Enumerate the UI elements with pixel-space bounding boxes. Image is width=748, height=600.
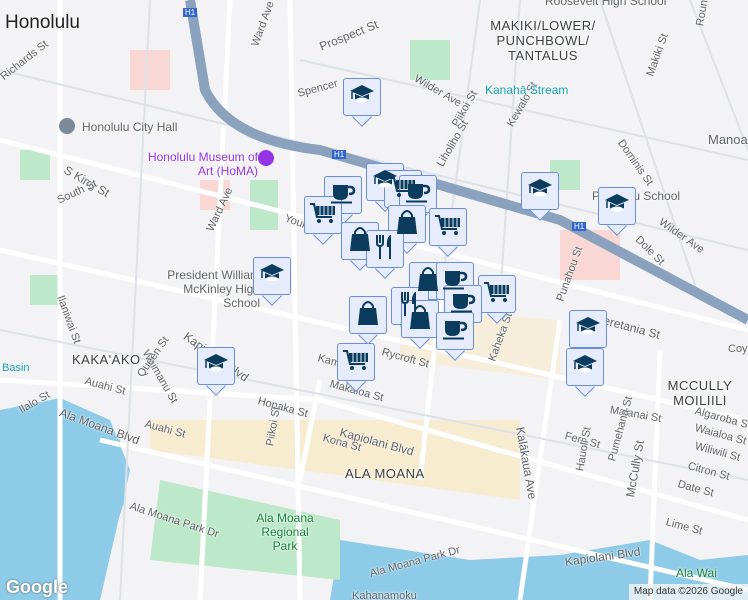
highway-shield: H1	[332, 150, 347, 159]
marker-box	[478, 275, 516, 313]
city-label: Honolulu	[5, 12, 80, 33]
cart-marker[interactable]	[478, 275, 516, 324]
highway-shield: H1	[183, 8, 198, 17]
marker-box	[429, 208, 467, 246]
coffee-icon	[405, 181, 431, 208]
fork-icon	[373, 234, 397, 265]
marker-box	[343, 78, 381, 116]
map-attribution[interactable]: Map data ©2026 Google	[628, 584, 748, 600]
museum-label[interactable]: Honolulu Museum of Art (HoMA)	[138, 150, 258, 178]
cart-icon	[309, 202, 337, 229]
cart-marker[interactable]	[337, 343, 375, 392]
poi-label[interactable]: Roosevelt High School	[545, 0, 666, 8]
marker-box	[569, 310, 607, 348]
school-marker[interactable]	[343, 78, 381, 127]
school-icon	[203, 353, 229, 380]
map[interactable]: Honolulu Richards St Honolulu City Hall …	[0, 0, 748, 600]
poi-label[interactable]: President William McKinley High School	[150, 268, 260, 310]
coffee-marker[interactable]	[436, 312, 474, 361]
area-label: ALA MOANA	[345, 466, 425, 481]
marker-box	[366, 230, 404, 268]
street-label: Kahanamoku	[352, 590, 417, 600]
marker-box	[349, 296, 387, 334]
bag-icon	[357, 300, 379, 331]
fork-marker[interactable]	[366, 230, 404, 279]
museum-icon[interactable]	[258, 150, 274, 166]
school-marker[interactable]	[197, 347, 235, 396]
highway-shield: H1	[572, 222, 587, 231]
google-logo: Google	[6, 577, 68, 597]
coffee-icon	[442, 318, 468, 345]
cart-icon	[434, 214, 462, 241]
school-icon	[259, 263, 285, 290]
school-marker[interactable]	[566, 348, 604, 397]
marker-box	[566, 348, 604, 386]
area-label: MAKIKI/LOWER/ PUNCHBOWL/ TANTALUS	[490, 18, 596, 63]
school-icon	[604, 193, 630, 220]
marker-box	[304, 196, 342, 234]
area-label: Manoa	[708, 132, 748, 147]
bag-icon	[409, 304, 431, 335]
cart-marker[interactable]	[429, 208, 467, 257]
school-icon	[349, 84, 375, 111]
city-hall-icon[interactable]	[59, 118, 75, 134]
park-label[interactable]: Ala Wai	[676, 566, 717, 580]
marker-box	[598, 187, 636, 225]
cart-icon	[342, 349, 370, 376]
cart-icon	[483, 281, 511, 308]
bag-marker[interactable]	[349, 296, 387, 345]
school-marker[interactable]	[598, 187, 636, 236]
marker-box	[197, 347, 235, 385]
marker-box	[436, 312, 474, 350]
water-label: Basin	[2, 362, 30, 374]
school-icon	[572, 354, 598, 381]
school-icon	[527, 178, 553, 205]
park-label[interactable]: Ala Moana Regional Park	[250, 511, 320, 553]
school-marker[interactable]	[521, 172, 559, 221]
cart-marker[interactable]	[304, 196, 342, 245]
school-marker[interactable]	[253, 257, 291, 306]
water-label: Kanahā Stream	[485, 83, 569, 97]
marker-box	[337, 343, 375, 381]
marker-box	[253, 257, 291, 295]
poi-label[interactable]: Honolulu City Hall	[82, 120, 177, 134]
marker-box	[521, 172, 559, 210]
school-icon	[575, 316, 601, 343]
area-label: MCCULLY MOILIILI	[667, 378, 733, 408]
street-label: Coyne	[728, 343, 748, 355]
area-label: KAKA'AKO	[72, 352, 141, 367]
